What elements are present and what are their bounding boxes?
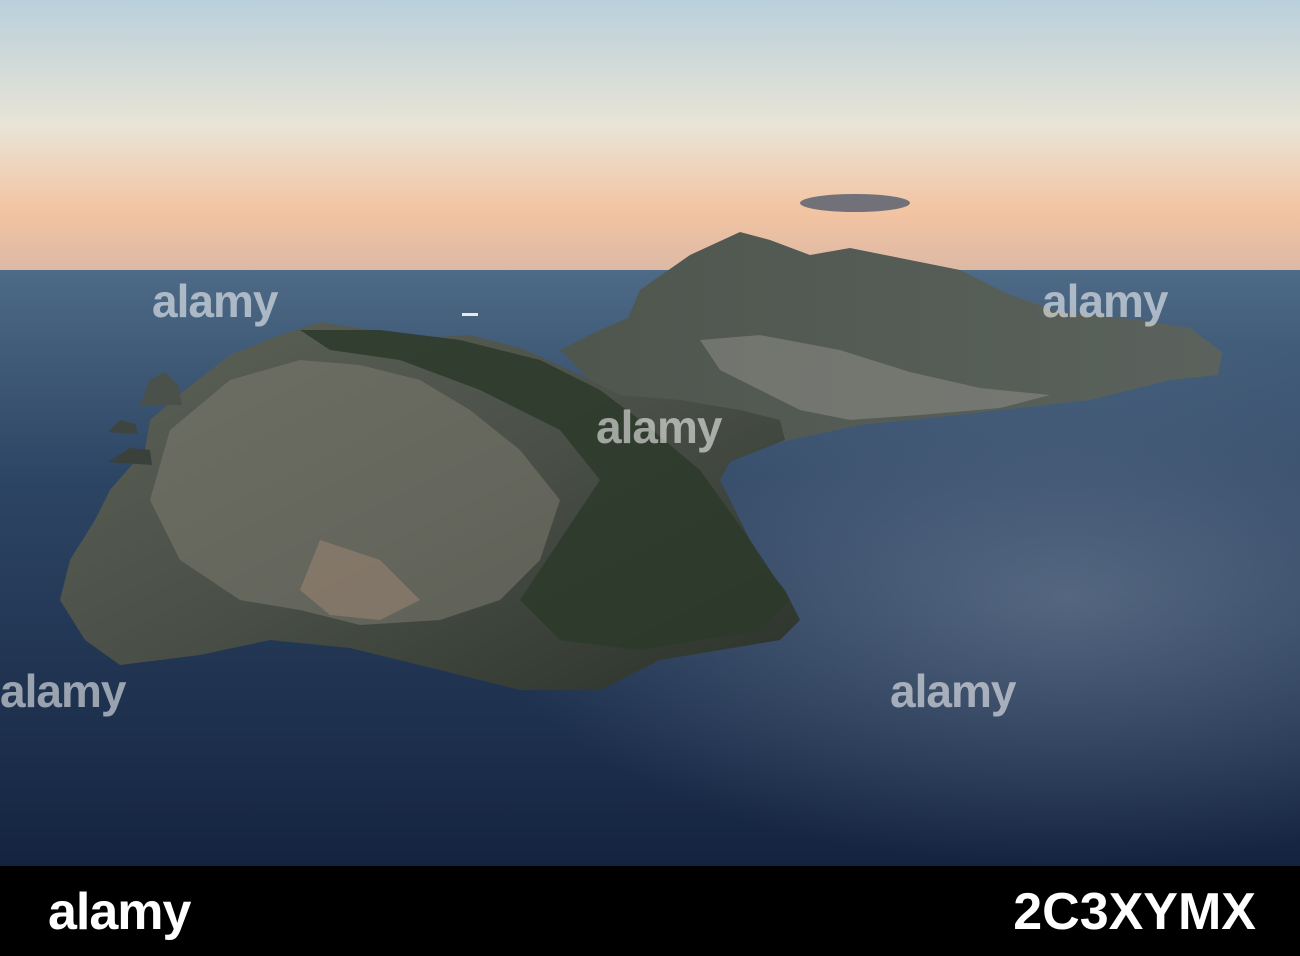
footer-bar: alamy 2C3XYMX bbox=[0, 866, 1300, 956]
aerial-island-photo: alamy alamy alamy alamy alamy bbox=[0, 0, 1300, 866]
watermark-text: alamy bbox=[1042, 275, 1168, 327]
sky bbox=[0, 0, 1300, 280]
image-id: 2C3XYMX bbox=[1013, 883, 1256, 941]
cloud bbox=[800, 194, 910, 212]
ship bbox=[462, 313, 478, 316]
footer-logo: alamy bbox=[48, 883, 191, 941]
watermark-text: alamy bbox=[596, 401, 722, 453]
watermark-text: alamy bbox=[152, 275, 278, 327]
watermark-text: alamy bbox=[890, 665, 1016, 717]
watermark-text: alamy bbox=[0, 665, 126, 717]
stock-photo-page: alamy alamy alamy alamy alamy alamy 2C3X… bbox=[0, 0, 1300, 956]
